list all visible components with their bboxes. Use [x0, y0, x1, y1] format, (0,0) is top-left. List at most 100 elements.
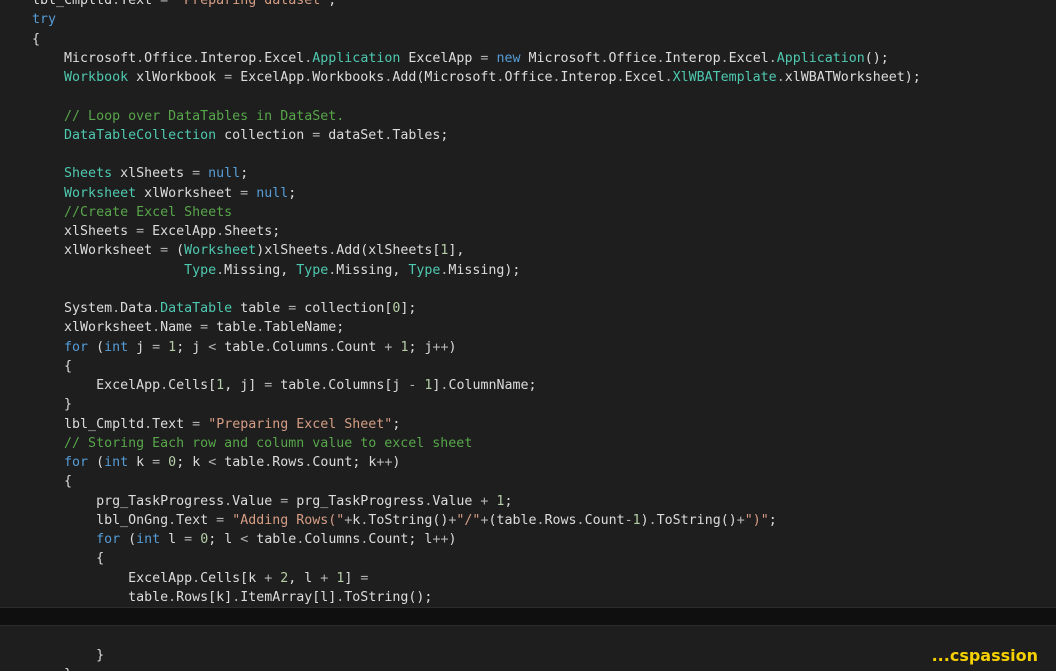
code-token: ++: [432, 339, 449, 355]
code-token: xlSheets: [112, 166, 193, 182]
code-token: 1: [168, 339, 177, 355]
code-token: =: [192, 166, 201, 182]
code-token: Columns: [272, 339, 329, 355]
code-token: Excel: [624, 70, 665, 85]
code-line[interactable]: xlSheets = ExcelApp.Sheets;: [0, 222, 1056, 241]
code-token: Workbook: [0, 70, 129, 85]
code-line[interactable]: Sheets xlSheets = null;: [0, 164, 1056, 183]
code-token: 1: [632, 512, 641, 528]
code-token: ; j: [408, 339, 433, 355]
code-token: table: [216, 339, 265, 355]
code-line[interactable]: ExcelApp.Cells[1, j] = table.Columns[j -…: [0, 376, 1056, 395]
code-token: Columns: [304, 532, 361, 547]
code-token: .: [576, 512, 585, 528]
code-token: Cells[: [168, 378, 217, 393]
code-token: Microsoft: [520, 50, 601, 66]
code-token: j: [128, 339, 153, 355]
code-line[interactable]: // Storing Each row and column value to …: [0, 434, 1056, 453]
code-line[interactable]: xlWorksheet.Name = table.TableName;: [0, 318, 1056, 337]
code-token: for: [0, 532, 121, 547]
code-line[interactable]: ExcelApp.Cells[k + 2, l + 1] =: [0, 569, 1056, 588]
code-token: .: [664, 70, 673, 85]
code-line[interactable]: }: [0, 395, 1056, 414]
code-token: xlSheets: [0, 224, 137, 239]
code-token: ; k: [176, 455, 209, 470]
code-token: ToString();: [344, 589, 433, 605]
code-line[interactable]: lbl_Cmpltd.Text = "Preparing Excel Sheet…: [0, 415, 1056, 434]
code-line[interactable]: {: [0, 357, 1056, 376]
code-token: Rows: [272, 455, 305, 470]
code-line[interactable]: for (int l = 0; l < table.Columns.Count;…: [0, 530, 1056, 549]
code-token: Type: [408, 262, 441, 278]
code-line[interactable]: System.Data.DataTable table = collection…: [0, 299, 1056, 318]
code-token: int: [104, 455, 129, 470]
code-token: ],: [448, 243, 465, 259]
code-token: }: [0, 667, 72, 671]
code-token: Count: [584, 512, 625, 528]
code-token: k: [128, 455, 153, 470]
code-token: Columns[j: [328, 378, 409, 393]
code-token: Office: [504, 70, 553, 85]
code-line[interactable]: [0, 626, 1056, 645]
code-line[interactable]: {: [0, 30, 1056, 49]
code-token: table: [208, 320, 257, 336]
code-token: {: [0, 474, 73, 490]
code-token: .: [232, 589, 241, 605]
code-token: ): [448, 532, 457, 547]
code-line[interactable]: Worksheet xlWorksheet = null;: [0, 184, 1056, 203]
code-token: .: [192, 50, 201, 66]
code-token: =: [184, 532, 193, 547]
code-token: prg_TaskProgress: [0, 493, 225, 509]
code-token: (table: [488, 512, 537, 528]
code-line[interactable]: lbl_OnGng.Text = "Adding Rows("+k.ToStri…: [0, 511, 1056, 530]
code-line[interactable]: lbl_Cmpltd.Text = "Preparing dataset";: [0, 0, 1056, 10]
code-token: Count; l: [368, 532, 433, 547]
code-token: l: [160, 532, 185, 547]
code-token: Add(xlSheets[: [336, 243, 441, 259]
code-token: dataSet: [320, 127, 385, 143]
code-token: .: [776, 70, 785, 85]
code-line[interactable]: [0, 280, 1056, 299]
code-token: Sheets: [0, 166, 113, 182]
code-token: =: [200, 320, 209, 336]
code-token: {: [0, 551, 105, 567]
code-token: ++: [376, 455, 393, 470]
code-token: ItemArray[l]: [240, 589, 337, 605]
code-line[interactable]: Workbook xlWorkbook = ExcelApp. Workbooks…: [0, 68, 1056, 87]
code-line[interactable]: [0, 87, 1056, 106]
code-line[interactable]: try: [0, 10, 1056, 29]
code-editor[interactable]: lbl_Cmpltd.Text = "Preparing dataset"; t…: [0, 0, 1056, 671]
code-token: xlWorksheet: [0, 320, 153, 336]
code-token: Text: [152, 416, 193, 432]
code-line[interactable]: for (int k = 0; k < table.Rows.Count; k+…: [0, 453, 1056, 472]
code-token: =: [240, 185, 249, 201]
code-line[interactable]: table.Rows[k].ItemArray[l].ToString();: [0, 588, 1056, 607]
code-line[interactable]: Type.Missing, Type.Missing, Type.Missing…: [0, 261, 1056, 280]
code-line[interactable]: for (int j = 1; j < table.Columns.Count …: [0, 338, 1056, 357]
code-token: .: [112, 0, 121, 8]
code-token: =: [152, 339, 161, 355]
code-line[interactable]: prg_TaskProgress.Value = prg_TaskProgres…: [0, 492, 1056, 511]
code-line[interactable]: [0, 607, 1056, 626]
code-line[interactable]: xlWorksheet = (Worksheet)xlSheets.Add(xl…: [0, 241, 1056, 260]
code-line[interactable]: }: [0, 665, 1056, 671]
code-line[interactable]: // Loop over DataTables in DataSet.: [0, 107, 1056, 126]
code-line[interactable]: Microsoft.Office.Interop.Excel.Applicati…: [0, 49, 1056, 68]
code-token: "Preparing dataset": [176, 0, 329, 8]
code-token: ++: [432, 532, 449, 547]
code-line[interactable]: DataTableCollection collection = dataSet…: [0, 126, 1056, 145]
code-token: int: [136, 532, 161, 547]
code-line[interactable]: }: [0, 646, 1056, 665]
code-token: Excel: [728, 50, 769, 66]
code-token: ExcelApp: [0, 570, 193, 586]
code-line[interactable]: //Create Excel Sheets: [0, 203, 1056, 222]
code-token: TableName;: [264, 320, 345, 336]
code-token: table: [248, 532, 297, 547]
code-token: new: [496, 50, 521, 66]
code-line[interactable]: {: [0, 472, 1056, 491]
code-line[interactable]: [0, 145, 1056, 164]
code-token: null: [208, 166, 241, 182]
code-line[interactable]: {: [0, 549, 1056, 568]
